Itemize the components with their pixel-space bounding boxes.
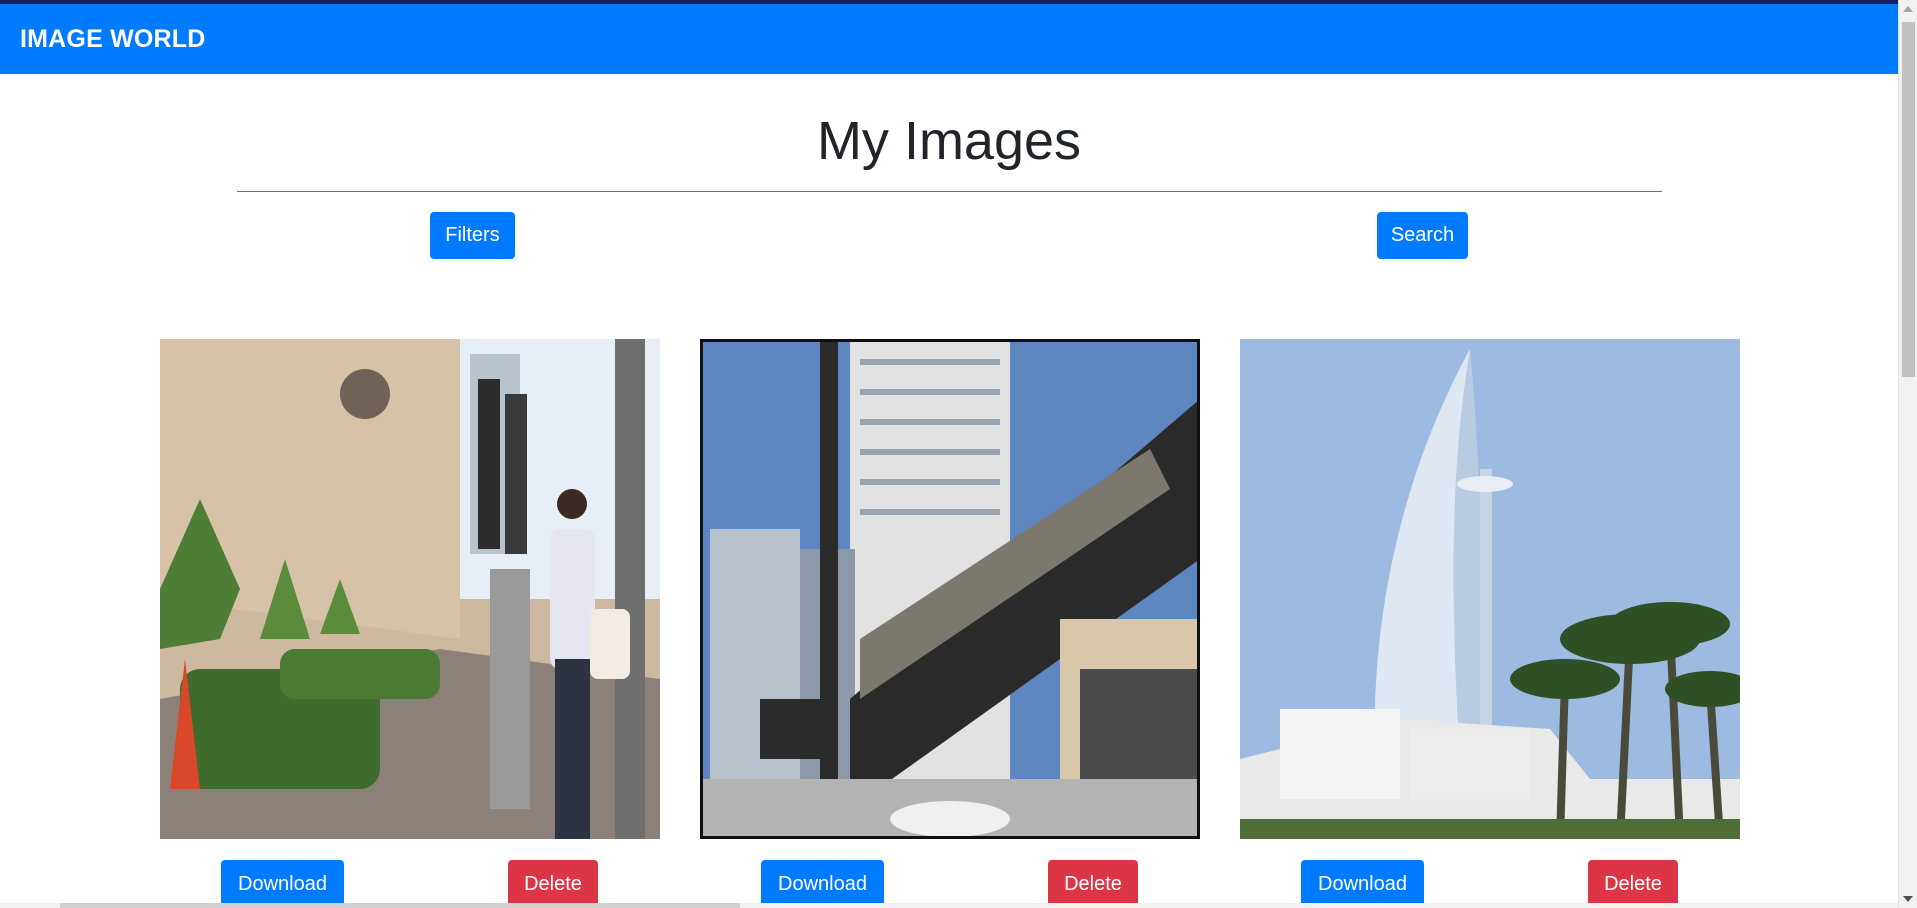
image-card-1[interactable] [160, 339, 660, 839]
horizontal-scrollbar[interactable] [0, 903, 1898, 908]
navbar: IMAGE WORLD [0, 4, 1898, 74]
image-card-3[interactable] [1240, 339, 1740, 839]
photo-mall-street [160, 339, 660, 839]
horizontal-scroll-thumb[interactable] [60, 903, 740, 908]
scroll-down-icon[interactable] [1903, 896, 1913, 902]
search-button[interactable]: Search [1377, 212, 1468, 259]
brand-logo[interactable]: IMAGE WORLD [20, 25, 206, 54]
download-button[interactable]: Download [221, 860, 344, 908]
photo-metro-bridge [700, 339, 1200, 839]
download-button[interactable]: Download [1301, 860, 1424, 908]
photo-burj-al-arab [1240, 339, 1740, 839]
delete-button[interactable]: Delete [1588, 860, 1678, 908]
page-title: My Images [816, 111, 1082, 171]
divider [237, 191, 1662, 192]
filters-button[interactable]: Filters [430, 212, 515, 259]
image-card-2[interactable] [700, 339, 1200, 839]
delete-button[interactable]: Delete [508, 860, 598, 908]
scroll-thumb[interactable] [1902, 22, 1915, 377]
scroll-up-icon[interactable] [1903, 6, 1913, 12]
delete-button[interactable]: Delete [1048, 860, 1138, 908]
download-button[interactable]: Download [761, 860, 884, 908]
vertical-scrollbar[interactable] [1898, 0, 1917, 908]
